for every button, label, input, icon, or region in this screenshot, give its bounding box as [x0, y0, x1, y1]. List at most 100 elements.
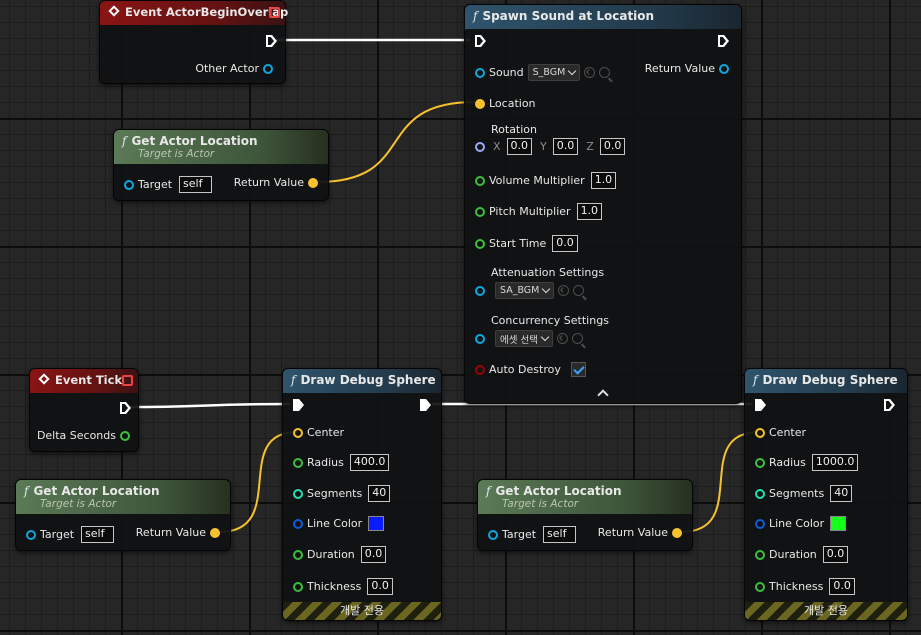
exec-out-pin[interactable] [884, 399, 895, 411]
rotation-z-input[interactable]: 0.0 [599, 138, 626, 155]
delta-seconds-pin[interactable] [120, 430, 130, 441]
segments-pin[interactable] [755, 488, 765, 499]
thickness-input[interactable]: 0.0 [829, 578, 855, 595]
node-event-actor-begin-overlap[interactable]: Event ActorBeginOverlap Other Actor [99, 0, 288, 84]
auto-destroy-pin[interactable] [475, 364, 485, 375]
start-time-pin[interactable] [475, 238, 485, 249]
duration-pin[interactable] [293, 549, 303, 560]
exec-out-pin[interactable] [718, 35, 729, 47]
concurrency-pin[interactable] [475, 333, 485, 344]
function-icon: f [122, 134, 127, 148]
node-title: Spawn Sound at Location [482, 9, 655, 23]
auto-destroy-checkbox[interactable] [570, 362, 586, 377]
segments-pin[interactable] [293, 488, 303, 499]
browse-search-icon[interactable] [573, 285, 585, 296]
collapse-arrow-icon[interactable] [597, 389, 609, 401]
development-only-label: 개발 전용 [340, 604, 384, 617]
radius-input[interactable]: 400.0 [349, 454, 390, 471]
target-pin[interactable] [488, 529, 498, 540]
development-only-label: 개발 전용 [804, 604, 848, 617]
rotation-y-input[interactable]: 0.0 [552, 138, 579, 155]
node-get-actor-location-2[interactable]: f Get Actor Location Target is Actor Targe… [15, 479, 231, 551]
browse-search-icon[interactable] [599, 67, 611, 78]
node-get-actor-location-3[interactable]: f Get Actor Location Target is Actor Targe… [477, 479, 693, 551]
use-selected-icon[interactable] [558, 285, 570, 296]
line-color-pin[interactable] [293, 518, 303, 529]
thickness-pin[interactable] [293, 581, 303, 592]
radius-pin[interactable] [755, 457, 765, 468]
pitch-input[interactable]: 1.0 [576, 203, 603, 220]
use-selected-icon[interactable] [556, 333, 568, 344]
segments-input[interactable]: 40 [830, 485, 853, 502]
location-pin[interactable] [475, 98, 485, 109]
exec-in-pin[interactable] [755, 399, 766, 411]
target-input[interactable]: self [543, 526, 577, 543]
center-pin[interactable] [293, 427, 303, 438]
return-value-pin[interactable] [308, 177, 318, 188]
target-pin[interactable] [26, 529, 36, 540]
segments-input[interactable]: 40 [368, 485, 391, 502]
line-color-swatch[interactable] [830, 516, 847, 531]
event-delegate-icon [122, 375, 133, 386]
thickness-pin[interactable] [755, 581, 765, 592]
line-color-pin[interactable] [755, 518, 765, 529]
start-time-input[interactable]: 0.0 [552, 235, 578, 252]
duration-input[interactable]: 0.0 [822, 546, 849, 563]
duration-input[interactable]: 0.0 [360, 546, 387, 563]
pin-label-target: Target [40, 528, 75, 541]
concurrency-dropdown[interactable]: 에셋 선택 [495, 330, 553, 347]
sound-dropdown[interactable]: S_BGM [527, 64, 581, 81]
attenuation-dropdown[interactable]: SA_BGM [495, 282, 555, 299]
radius-input[interactable]: 1000.0 [811, 454, 859, 471]
node-get-actor-location-1[interactable]: f Get Actor Location Target is Actor Targe… [113, 129, 329, 201]
pin-label-duration: Duration [769, 548, 817, 561]
event-diamond-icon [108, 5, 120, 17]
event-diamond-icon [38, 373, 50, 385]
sound-pin[interactable] [475, 67, 485, 78]
line-color-swatch[interactable] [368, 516, 385, 531]
pin-label-line-color: Line Color [769, 517, 825, 530]
target-input[interactable]: self [179, 176, 213, 193]
pin-label-location: Location [489, 97, 536, 110]
other-actor-pin[interactable] [263, 63, 273, 74]
volume-input[interactable]: 1.0 [590, 172, 617, 189]
pitch-pin[interactable] [475, 206, 485, 217]
node-header: f Spawn Sound at Location [465, 5, 741, 29]
exec-out-pin[interactable] [266, 35, 277, 47]
node-title: Draw Debug Sphere [300, 373, 436, 387]
exec-in-pin[interactable] [293, 399, 304, 411]
target-pin[interactable] [124, 179, 134, 190]
node-title: Get Actor Location [33, 484, 160, 498]
pin-label-segments: Segments [307, 487, 363, 500]
node-header: f Draw Debug Sphere [283, 369, 441, 393]
target-input[interactable]: self [81, 526, 115, 543]
volume-pin[interactable] [475, 175, 485, 186]
rot-x-label: X [493, 140, 501, 153]
pin-label-return-value: Return Value [135, 526, 206, 539]
exec-out-pin[interactable] [420, 399, 431, 411]
thickness-input[interactable]: 0.0 [367, 578, 393, 595]
attenuation-pin[interactable] [475, 285, 485, 296]
node-draw-debug-sphere-1[interactable]: f Draw Debug Sphere Center Radius 400.0 Se… [282, 368, 442, 621]
node-title: Draw Debug Sphere [762, 373, 898, 387]
return-value-pin[interactable] [719, 63, 729, 74]
pin-label-thickness: Thickness [307, 580, 362, 593]
node-header: f Get Actor Location Target is Actor [478, 480, 692, 514]
node-draw-debug-sphere-2[interactable]: f Draw Debug Sphere Center Radius 1000.0 S… [744, 368, 908, 621]
pin-label-attenuation: Attenuation Settings [491, 266, 605, 279]
duration-pin[interactable] [755, 549, 765, 560]
rotation-x-input[interactable]: 0.0 [506, 138, 533, 155]
return-value-pin[interactable] [210, 527, 220, 538]
exec-in-pin[interactable] [475, 35, 486, 47]
center-pin[interactable] [755, 427, 765, 438]
return-value-pin[interactable] [672, 527, 682, 538]
rot-z-label: Z [586, 140, 594, 153]
use-selected-icon[interactable] [584, 67, 596, 78]
node-event-tick[interactable]: Event Tick Delta Seconds [29, 368, 139, 452]
browse-search-icon[interactable] [571, 333, 583, 344]
pin-label-thickness: Thickness [769, 580, 824, 593]
radius-pin[interactable] [293, 457, 303, 468]
rotation-pin[interactable] [475, 141, 485, 152]
exec-out-pin[interactable] [120, 402, 131, 414]
node-spawn-sound-at-location[interactable]: f Spawn Sound at Location Sound S_BGM Retu… [464, 4, 742, 404]
